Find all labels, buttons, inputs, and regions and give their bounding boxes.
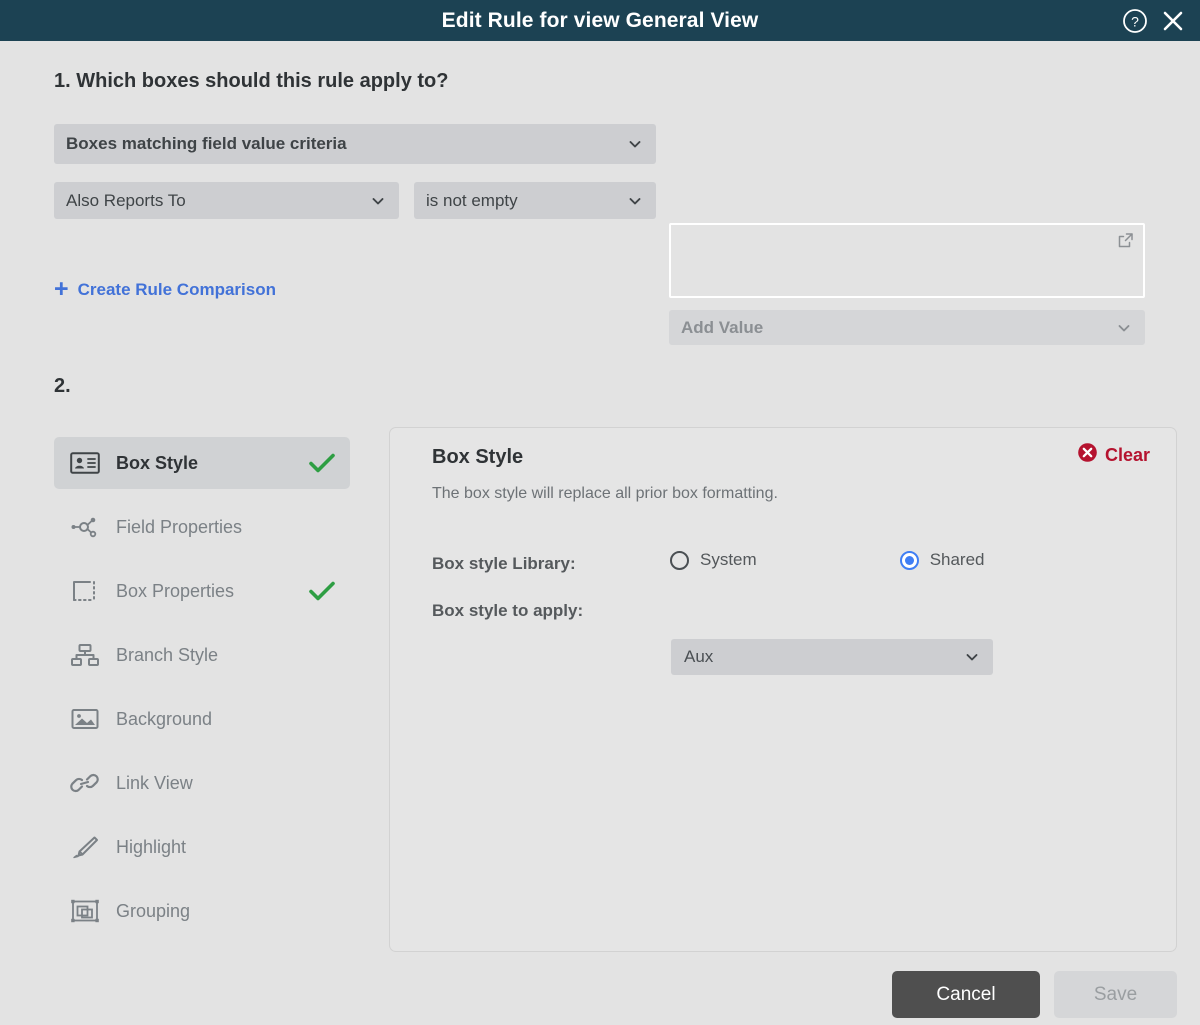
clear-button[interactable]: Clear	[1077, 442, 1150, 468]
rule-value-input[interactable]	[669, 223, 1145, 298]
rule-field-value: Also Reports To	[66, 190, 186, 210]
check-icon	[308, 579, 336, 603]
rule-scope-value: Boxes matching field value criteria	[66, 134, 347, 153]
sidebar-item-label: Link View	[116, 772, 193, 793]
box-style-library-radio-group: System Shared	[670, 550, 985, 570]
chevron-down-icon	[627, 193, 643, 209]
radio-option-label: System	[700, 550, 757, 569]
panel-title: Box Style	[432, 446, 524, 468]
box-style-to-apply-value: Aux	[684, 647, 714, 666]
add-value-placeholder: Add Value	[681, 317, 764, 337]
create-rule-comparison-link[interactable]: + Create Rule Comparison	[54, 277, 276, 302]
check-icon	[308, 451, 336, 475]
sidebar-item-label: Grouping	[116, 900, 191, 921]
sidebar-item-box-style[interactable]: Box Style	[54, 437, 350, 489]
org-chart-icon	[68, 643, 102, 667]
section-1-heading: 1. Which boxes should this rule apply to…	[54, 70, 449, 92]
plus-icon: +	[54, 275, 69, 303]
node-graph-icon	[68, 515, 102, 539]
link-icon	[68, 771, 102, 795]
rule-operator-value: is not empty	[426, 190, 518, 210]
highlighter-icon	[68, 835, 102, 859]
box-style-panel: Box Style Clear The box style will repla…	[389, 427, 1177, 952]
radio-option-system[interactable]: System	[670, 550, 757, 570]
save-button[interactable]: Save	[1054, 971, 1177, 1018]
sidebar-item-highlight[interactable]: Highlight	[54, 821, 350, 873]
rule-scope-select[interactable]: Boxes matching field value criteria	[54, 124, 656, 164]
dashed-box-icon	[68, 579, 102, 603]
sidebar-item-label: Highlight	[116, 836, 187, 857]
radio-dot-icon	[899, 550, 919, 570]
add-value-select[interactable]: Add Value	[669, 310, 1145, 345]
sidebar-item-grouping[interactable]: Grouping	[54, 885, 350, 937]
chevron-down-icon	[1116, 320, 1132, 336]
svg-text:?: ?	[1131, 13, 1139, 29]
sidebar-item-background[interactable]: Background	[54, 693, 350, 745]
chevron-down-icon	[627, 136, 643, 152]
style-category-nav: Box Style Field Properties Box Propertie…	[54, 437, 350, 937]
cancel-button[interactable]: Cancel	[892, 971, 1040, 1018]
create-rule-comparison-label: Create Rule Comparison	[77, 279, 276, 299]
chevron-down-icon	[964, 649, 980, 665]
dialog-title: Edit Rule for view General View	[441, 8, 759, 32]
sidebar-item-label: Box Properties	[116, 580, 235, 601]
chevron-down-icon	[370, 193, 386, 209]
titlebar-actions: ?	[1122, 0, 1186, 41]
radio-option-label: Shared	[929, 550, 985, 569]
sidebar-item-label: Background	[116, 708, 213, 729]
box-style-to-apply-select[interactable]: Aux	[671, 639, 993, 675]
grouping-icon	[68, 899, 102, 923]
panel-description: The box style will replace all prior box…	[432, 485, 778, 502]
sidebar-item-link-view[interactable]: Link View	[54, 757, 350, 809]
sidebar-item-label: Branch Style	[116, 644, 219, 665]
close-icon[interactable]	[1160, 8, 1186, 34]
open-external-icon[interactable]	[1116, 231, 1135, 250]
id-card-icon	[68, 451, 102, 475]
error-circle-icon	[1077, 442, 1098, 468]
box-style-library-label: Box style Library:	[432, 554, 576, 573]
question-circle-icon[interactable]: ?	[1122, 8, 1148, 34]
sidebar-item-label: Field Properties	[116, 516, 243, 537]
rule-field-select[interactable]: Also Reports To	[54, 182, 399, 219]
dialog-body: 1. Which boxes should this rule apply to…	[0, 41, 1200, 1025]
radio-option-shared[interactable]: Shared	[899, 550, 985, 570]
sidebar-item-field-properties[interactable]: Field Properties	[54, 501, 350, 553]
clear-label: Clear	[1104, 444, 1150, 465]
dialog-titlebar: Edit Rule for view General View ?	[0, 0, 1200, 41]
sidebar-item-box-properties[interactable]: Box Properties	[54, 565, 350, 617]
image-icon	[68, 707, 102, 731]
section-2-heading: 2.	[54, 375, 71, 397]
rule-operator-select[interactable]: is not empty	[414, 182, 656, 219]
box-style-to-apply-label: Box style to apply:	[432, 601, 584, 620]
sidebar-item-label: Box Style	[116, 452, 199, 473]
radio-dot-icon	[670, 550, 689, 570]
sidebar-item-branch-style[interactable]: Branch Style	[54, 629, 350, 681]
